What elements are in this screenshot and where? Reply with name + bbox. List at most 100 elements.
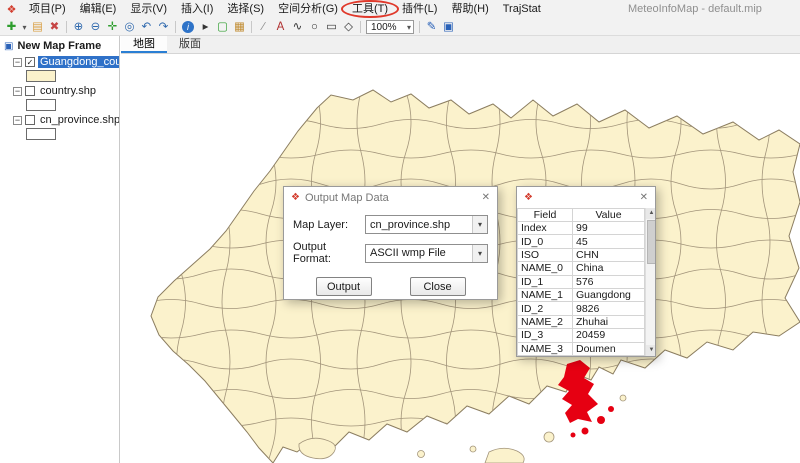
close-button[interactable]: Close <box>410 277 466 296</box>
map-frame-icon: ▣ <box>4 41 13 52</box>
attr-header-row: FieldValue <box>518 209 645 222</box>
attr-row: NAME_3Doumen <box>518 342 645 355</box>
scroll-down-icon[interactable]: ▼ <box>646 345 656 356</box>
map-frame-node[interactable]: ▣ New Map Frame <box>0 36 119 55</box>
menu-item[interactable]: 插入(I) <box>174 0 220 19</box>
identify-icon[interactable]: i <box>182 21 194 33</box>
measure-icon[interactable]: ∕ <box>255 19 272 36</box>
chevron-down-icon[interactable]: ▾ <box>472 216 487 233</box>
layer-row[interactable]: −✓Guangdong_county.shp <box>0 55 119 69</box>
label-icon[interactable]: A <box>272 19 289 36</box>
add-layer-icon[interactable]: ✚ <box>3 19 20 36</box>
close-icon[interactable]: ✕ <box>482 192 490 203</box>
menu-item[interactable]: 选择(S) <box>220 0 271 19</box>
expand-toggle-icon[interactable]: − <box>13 58 22 67</box>
scrollbar-thumb[interactable] <box>647 220 656 264</box>
prev-view-icon[interactable]: ↶ <box>138 19 155 36</box>
attr-value: Zhuhai <box>573 315 645 328</box>
attr-field: ID_0 <box>518 235 573 248</box>
app-logo-icon: ❖ <box>4 3 19 16</box>
expand-toggle-icon[interactable]: − <box>13 87 22 96</box>
attr-row: NAME_0China <box>518 262 645 275</box>
attr-col-header: Field <box>518 209 573 222</box>
zoom-in-icon[interactable]: ⊕ <box>70 19 87 36</box>
view-tabs: 地图版面 <box>121 36 800 54</box>
menu-item[interactable]: 项目(P) <box>22 0 73 19</box>
attr-field: ID_2 <box>518 302 573 315</box>
attr-row: ID_045 <box>518 235 645 248</box>
chevron-down-icon: ▾ <box>407 23 411 32</box>
toolbar-separator <box>175 21 176 33</box>
chevron-down-icon[interactable]: ▾ <box>472 245 487 262</box>
menu-item[interactable]: 插件(L) <box>395 0 444 19</box>
remove-layer-icon[interactable]: ✖ <box>46 19 63 36</box>
attr-value: Guangdong <box>573 288 645 301</box>
menu-item[interactable]: TrajStat <box>496 0 548 19</box>
polygon-icon[interactable]: ◇ <box>340 19 357 36</box>
layer-visibility-checkbox[interactable] <box>25 86 35 96</box>
scroll-up-icon[interactable]: ▲ <box>646 208 656 219</box>
next-view-icon[interactable]: ↷ <box>155 19 172 36</box>
close-icon[interactable]: ✕ <box>640 192 648 203</box>
menu-item[interactable]: 编辑(E) <box>73 0 124 19</box>
layer-legend <box>0 98 119 113</box>
toolbar-separator <box>66 21 67 33</box>
select-rectangle-icon[interactable]: ▢ <box>214 19 231 36</box>
output-button[interactable]: Output <box>316 277 372 296</box>
add-layer-chevron-icon[interactable]: ▾ <box>20 19 29 36</box>
layer-visibility-checkbox[interactable] <box>25 115 35 125</box>
attr-row: NAME_2Zhuhai <box>518 315 645 328</box>
dialog-title-bar[interactable]: ❖ Output Map Data ✕ <box>284 187 497 208</box>
attr-field: Index <box>518 222 573 235</box>
menu-items: 项目(P)编辑(E)显示(V)插入(I)选择(S)空间分析(G)工具(T)插件(… <box>22 0 548 19</box>
map-layer-label: Map Layer: <box>293 219 365 231</box>
layer-name[interactable]: cn_province.shp <box>38 114 119 126</box>
attr-value: 576 <box>573 275 645 288</box>
attribute-table-icon[interactable]: ▦ <box>231 19 248 36</box>
expand-toggle-icon[interactable]: − <box>13 116 22 125</box>
menu-item[interactable]: 空间分析(G) <box>271 0 345 19</box>
attr-field: NAME_0 <box>518 262 573 275</box>
open-file-icon[interactable]: ▤ <box>29 19 46 36</box>
layer-name[interactable]: country.shp <box>38 85 98 97</box>
output-format-select[interactable]: ASCII wmp File ▾ <box>365 244 488 263</box>
layer-row[interactable]: − country.shp <box>0 84 119 98</box>
polyline-icon[interactable]: ∿ <box>289 19 306 36</box>
pan-icon[interactable]: ✛ <box>104 19 121 36</box>
map-layer-select[interactable]: cn_province.shp ▾ <box>365 215 488 234</box>
zoom-level-combo[interactable]: 100% ▾ <box>366 20 414 34</box>
rectangle-icon[interactable]: ▭ <box>323 19 340 36</box>
layer-name[interactable]: Guangdong_county.shp <box>38 56 119 68</box>
select-feature-icon[interactable]: ▸ <box>197 19 214 36</box>
menu-item[interactable]: 工具(T) <box>345 0 395 19</box>
toolbar-separator <box>251 21 252 33</box>
layer-visibility-checkbox[interactable]: ✓ <box>25 57 35 67</box>
dialog-title-bar[interactable]: ❖ ✕ <box>517 187 655 208</box>
full-extent-icon[interactable]: ◎ <box>121 19 138 36</box>
attr-rows: Index99ID_045ISOCHNNAME_0ChinaID_1576NAM… <box>518 222 645 356</box>
menu-item[interactable]: 帮助(H) <box>444 0 495 19</box>
window-title: MeteoInfoMap - default.mip <box>628 0 762 19</box>
attr-row: ID_29826 <box>518 302 645 315</box>
attr-value: 99 <box>573 222 645 235</box>
map-layer-value: cn_province.shp <box>370 219 450 231</box>
selected-region-zhuhai <box>558 360 614 438</box>
edit-pencil-icon[interactable]: ✎ <box>423 19 440 36</box>
zoom-level-value: 100% <box>371 22 397 33</box>
attr-field: NAME_3 <box>518 342 573 355</box>
map-frame-label: New Map Frame <box>17 40 101 52</box>
tab-map[interactable]: 地图 <box>121 36 167 53</box>
attr-field: ID_3 <box>518 329 573 342</box>
toolbar: ✚▾▤✖⊕⊖✛◎↶↷i▸▢▦∕A∿○▭◇100%▾✎▣ <box>0 19 800 36</box>
menu-item[interactable]: 显示(V) <box>123 0 174 19</box>
dialog-title: Output Map Data <box>305 192 389 204</box>
output-map-data-dialog: ❖ Output Map Data ✕ Map Layer: cn_provin… <box>283 186 498 300</box>
attr-value: Doumen <box>573 342 645 355</box>
layer-row[interactable]: − cn_province.shp <box>0 113 119 127</box>
zoom-out-icon[interactable]: ⊖ <box>87 19 104 36</box>
circle-icon[interactable]: ○ <box>306 19 323 36</box>
tab-layout[interactable]: 版面 <box>167 36 213 53</box>
layers-panel: ▣ New Map Frame −✓Guangdong_county.shp−c… <box>0 36 120 463</box>
save-map-icon[interactable]: ▣ <box>440 19 457 36</box>
attribute-table-scrollbar[interactable]: ▲ ▼ <box>645 208 656 356</box>
